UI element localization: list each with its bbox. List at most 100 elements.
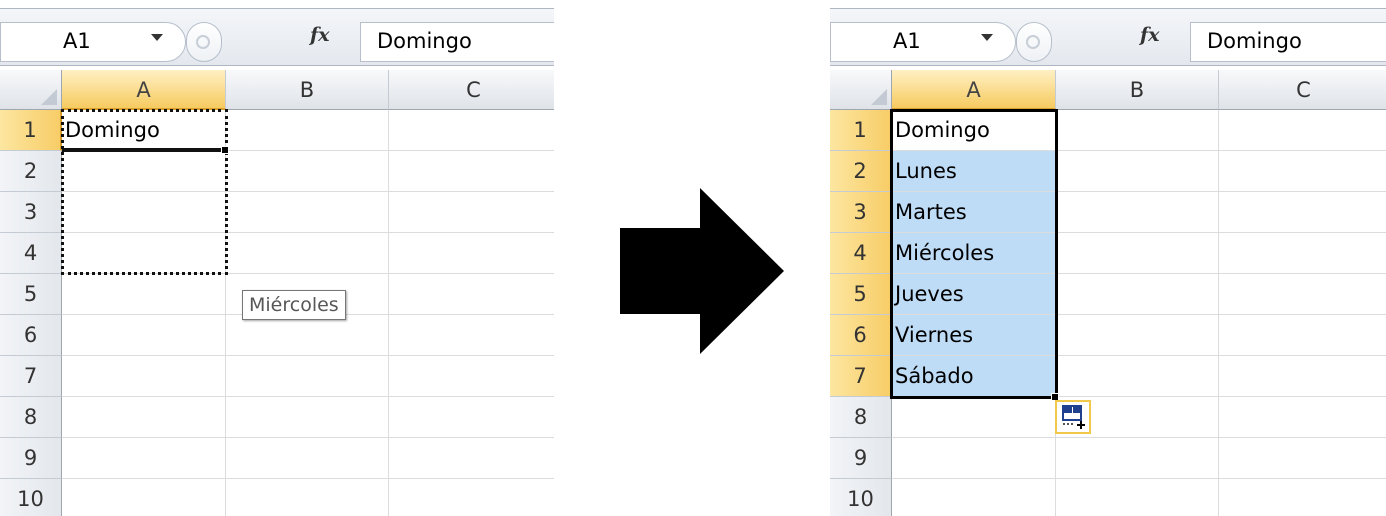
formula-input[interactable]: Domingo — [360, 22, 554, 62]
cell-a10[interactable] — [62, 479, 226, 516]
formula-bar-resize-handle[interactable] — [1016, 22, 1052, 62]
cell-a6[interactable]: Viernes — [892, 315, 1056, 356]
select-all-corner[interactable] — [830, 70, 892, 110]
column-header-c[interactable]: C — [1219, 70, 1386, 110]
autofill-options-button[interactable] — [1055, 400, 1091, 434]
cell-a5[interactable]: Jueves — [892, 274, 1056, 315]
row-header-5[interactable]: 5 — [830, 274, 892, 315]
cell-b6[interactable] — [226, 315, 389, 356]
cell-a9[interactable] — [892, 438, 1056, 479]
row-header-3[interactable]: 3 — [0, 192, 62, 233]
cell-c5[interactable] — [1219, 274, 1386, 315]
cell-b7[interactable] — [1056, 356, 1219, 397]
fx-icon[interactable]: fx — [310, 24, 330, 46]
cell-a8[interactable] — [892, 397, 1056, 438]
cell-a5[interactable] — [62, 274, 226, 315]
row-header-10[interactable]: 10 — [830, 479, 892, 516]
row-header-9[interactable]: 9 — [830, 438, 892, 479]
cell-a3[interactable] — [62, 192, 226, 233]
cell-c5[interactable] — [389, 274, 554, 315]
formula-value: Domingo — [1207, 29, 1302, 53]
cell-b10[interactable] — [226, 479, 389, 516]
column-header-a[interactable]: A — [62, 70, 226, 110]
cell-a8[interactable] — [62, 397, 226, 438]
cell-c8[interactable] — [1219, 397, 1386, 438]
row-header-4[interactable]: 4 — [830, 233, 892, 274]
cell-b9[interactable] — [226, 438, 389, 479]
formula-input[interactable]: Domingo — [1190, 22, 1386, 62]
cell-b3[interactable] — [226, 192, 389, 233]
cell-b1[interactable] — [226, 110, 389, 151]
cell-c10[interactable] — [389, 479, 554, 516]
row-header-2[interactable]: 2 — [0, 151, 62, 192]
cell-a4[interactable] — [62, 233, 226, 274]
cell-b6[interactable] — [1056, 315, 1219, 356]
chevron-down-icon[interactable] — [151, 34, 163, 41]
cell-b3[interactable] — [1056, 192, 1219, 233]
cell-c2[interactable] — [389, 151, 554, 192]
cell-b7[interactable] — [226, 356, 389, 397]
row-header-3[interactable]: 3 — [830, 192, 892, 233]
cell-b4[interactable] — [1056, 233, 1219, 274]
row-header-4[interactable]: 4 — [0, 233, 62, 274]
column-header-b[interactable]: B — [1056, 70, 1219, 110]
handle-dot-icon — [196, 35, 210, 49]
row-header-5[interactable]: 5 — [0, 274, 62, 315]
cell-a7[interactable]: Sábado — [892, 356, 1056, 397]
row-header-1[interactable]: 1 — [830, 110, 892, 151]
cell-a2[interactable]: Lunes — [892, 151, 1056, 192]
row-header-1[interactable]: 1 — [0, 110, 62, 151]
name-box[interactable]: A1 — [0, 22, 186, 62]
cell-b1[interactable] — [1056, 110, 1219, 151]
select-all-corner[interactable] — [0, 70, 62, 110]
formula-bar-resize-handle[interactable] — [186, 22, 222, 62]
cell-c7[interactable] — [389, 356, 554, 397]
cell-a9[interactable] — [62, 438, 226, 479]
row-header-7[interactable]: 7 — [830, 356, 892, 397]
cell-a2[interactable] — [62, 151, 226, 192]
cell-b5[interactable] — [1056, 274, 1219, 315]
chevron-down-icon[interactable] — [981, 34, 993, 41]
cell-c7[interactable] — [1219, 356, 1386, 397]
cell-b8[interactable] — [226, 397, 389, 438]
name-box[interactable]: A1 — [830, 22, 1016, 62]
cell-c4[interactable] — [1219, 233, 1386, 274]
row-header-6[interactable]: 6 — [0, 315, 62, 356]
cell-a7[interactable] — [62, 356, 226, 397]
cell-a1[interactable]: Domingo — [62, 110, 226, 151]
cell-b10[interactable] — [1056, 479, 1219, 516]
cell-a10[interactable] — [892, 479, 1056, 516]
cell-c10[interactable] — [1219, 479, 1386, 516]
cell-c6[interactable] — [1219, 315, 1386, 356]
cell-c3[interactable] — [389, 192, 554, 233]
cell-a4[interactable]: Miércoles — [892, 233, 1056, 274]
fx-icon[interactable]: fx — [1140, 24, 1160, 46]
column-header-a[interactable]: A — [892, 70, 1056, 110]
cell-b2[interactable] — [226, 151, 389, 192]
cell-c9[interactable] — [1219, 438, 1386, 479]
cell-c4[interactable] — [389, 233, 554, 274]
row-header-8[interactable]: 8 — [0, 397, 62, 438]
row-header-7[interactable]: 7 — [0, 356, 62, 397]
cell-a6[interactable] — [62, 315, 226, 356]
cell-b2[interactable] — [1056, 151, 1219, 192]
cell-a3[interactable]: Martes — [892, 192, 1056, 233]
row-header-2[interactable]: 2 — [830, 151, 892, 192]
row-header-9[interactable]: 9 — [0, 438, 62, 479]
cell-c1[interactable] — [389, 110, 554, 151]
column-header-b[interactable]: B — [226, 70, 389, 110]
cell-c6[interactable] — [389, 315, 554, 356]
cell-b9[interactable] — [1056, 438, 1219, 479]
cell-a1[interactable]: Domingo — [892, 110, 1056, 151]
cell-b4[interactable] — [226, 233, 389, 274]
row-header-6[interactable]: 6 — [830, 315, 892, 356]
cell-c2[interactable] — [1219, 151, 1386, 192]
cell-c1[interactable] — [1219, 110, 1386, 151]
cell-c3[interactable] — [1219, 192, 1386, 233]
row-header-8[interactable]: 8 — [830, 397, 892, 438]
column-header-c[interactable]: C — [389, 70, 554, 110]
cell-c8[interactable] — [389, 397, 554, 438]
cell-c9[interactable] — [389, 438, 554, 479]
row-header-10[interactable]: 10 — [0, 479, 62, 516]
fill-handle[interactable] — [221, 146, 229, 154]
